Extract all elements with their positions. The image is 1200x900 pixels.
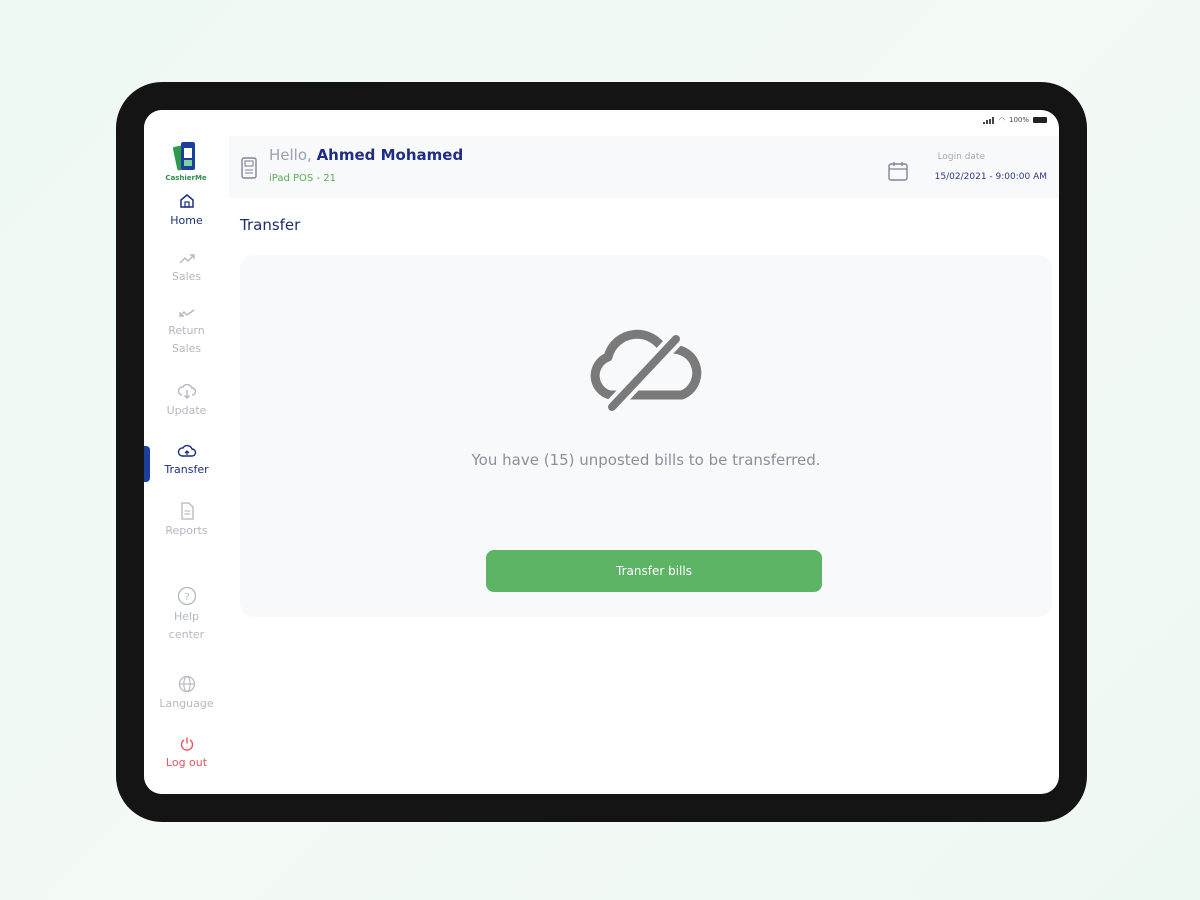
- sidebar-item-reports[interactable]: Reports: [144, 502, 229, 540]
- help-icon: ?: [177, 586, 196, 606]
- cloud-upload-icon: [177, 444, 196, 457]
- sidebar-item-label: Home: [170, 214, 203, 227]
- sidebar-item-label: Log out: [165, 756, 208, 769]
- sidebar-item-home[interactable]: Home: [144, 192, 229, 230]
- login-date-value: 15/02/2021 - 9:00:00 AM: [934, 172, 1047, 182]
- home-icon: [179, 194, 194, 208]
- sidebar-item-sales[interactable]: Sales: [144, 252, 229, 286]
- globe-icon: [178, 675, 195, 693]
- cloud-download-icon: [177, 383, 196, 399]
- header: Hello, Ahmed Mohamed iPad POS - 21 Login…: [229, 136, 1059, 198]
- user-name: Ahmed Mohamed: [316, 146, 464, 164]
- power-icon: [180, 737, 193, 751]
- status-bar: ◠ 100%: [982, 116, 1047, 124]
- trend-down-icon: [178, 309, 194, 317]
- sidebar-item-update[interactable]: Update: [144, 382, 229, 420]
- sidebar-item-label: Language: [159, 697, 214, 710]
- sidebar-item-label: Sales: [171, 270, 202, 283]
- page-title: Transfer: [240, 216, 301, 234]
- sidebar-item-return-sales[interactable]: Return Sales: [144, 306, 229, 358]
- sidebar-item-language[interactable]: Language: [144, 675, 229, 713]
- sidebar: CashierMe Home Sales Return Sales Update: [144, 110, 229, 794]
- sidebar-item-logout[interactable]: Log out: [144, 736, 229, 772]
- wifi-icon: ◠: [998, 116, 1005, 124]
- login-date-label: Login date: [937, 152, 985, 162]
- document-icon: [180, 502, 194, 520]
- cloud-off-icon: [590, 329, 702, 415]
- battery-icon: [1033, 117, 1047, 123]
- sidebar-item-label: Update: [166, 404, 207, 417]
- greeting-label: Hello,: [269, 146, 312, 164]
- greeting: Hello, Ahmed Mohamed: [269, 146, 463, 164]
- logo-icon: [172, 142, 195, 171]
- transfer-bills-button[interactable]: Transfer bills: [486, 550, 822, 592]
- signal-icon: [982, 116, 995, 124]
- device-name: iPad POS - 21: [269, 173, 336, 184]
- trend-up-icon: [179, 254, 195, 264]
- sidebar-item-label: Reports: [165, 524, 208, 537]
- pos-terminal-icon: [241, 157, 257, 179]
- app-screen: ◠ 100% CashierMe Home Sales Return Sales…: [144, 110, 1059, 794]
- app-logo: CashierMe: [160, 140, 212, 182]
- sidebar-item-label: Return Sales: [168, 324, 205, 355]
- svg-text:?: ?: [184, 592, 189, 603]
- battery-percent: 100%: [1008, 116, 1029, 124]
- sidebar-item-label: Transfer: [164, 463, 209, 476]
- sidebar-item-transfer[interactable]: Transfer: [144, 443, 229, 479]
- logo-text: CashierMe: [165, 174, 207, 182]
- sidebar-item-label: Help center: [168, 610, 205, 641]
- unposted-bills-message: You have (15) unposted bills to be trans…: [471, 451, 821, 469]
- sidebar-item-help-center[interactable]: ? Help center: [144, 586, 229, 644]
- tablet-frame: ◠ 100% CashierMe Home Sales Return Sales…: [116, 82, 1087, 822]
- transfer-card: You have (15) unposted bills to be trans…: [240, 255, 1052, 617]
- calendar-icon: [888, 162, 908, 181]
